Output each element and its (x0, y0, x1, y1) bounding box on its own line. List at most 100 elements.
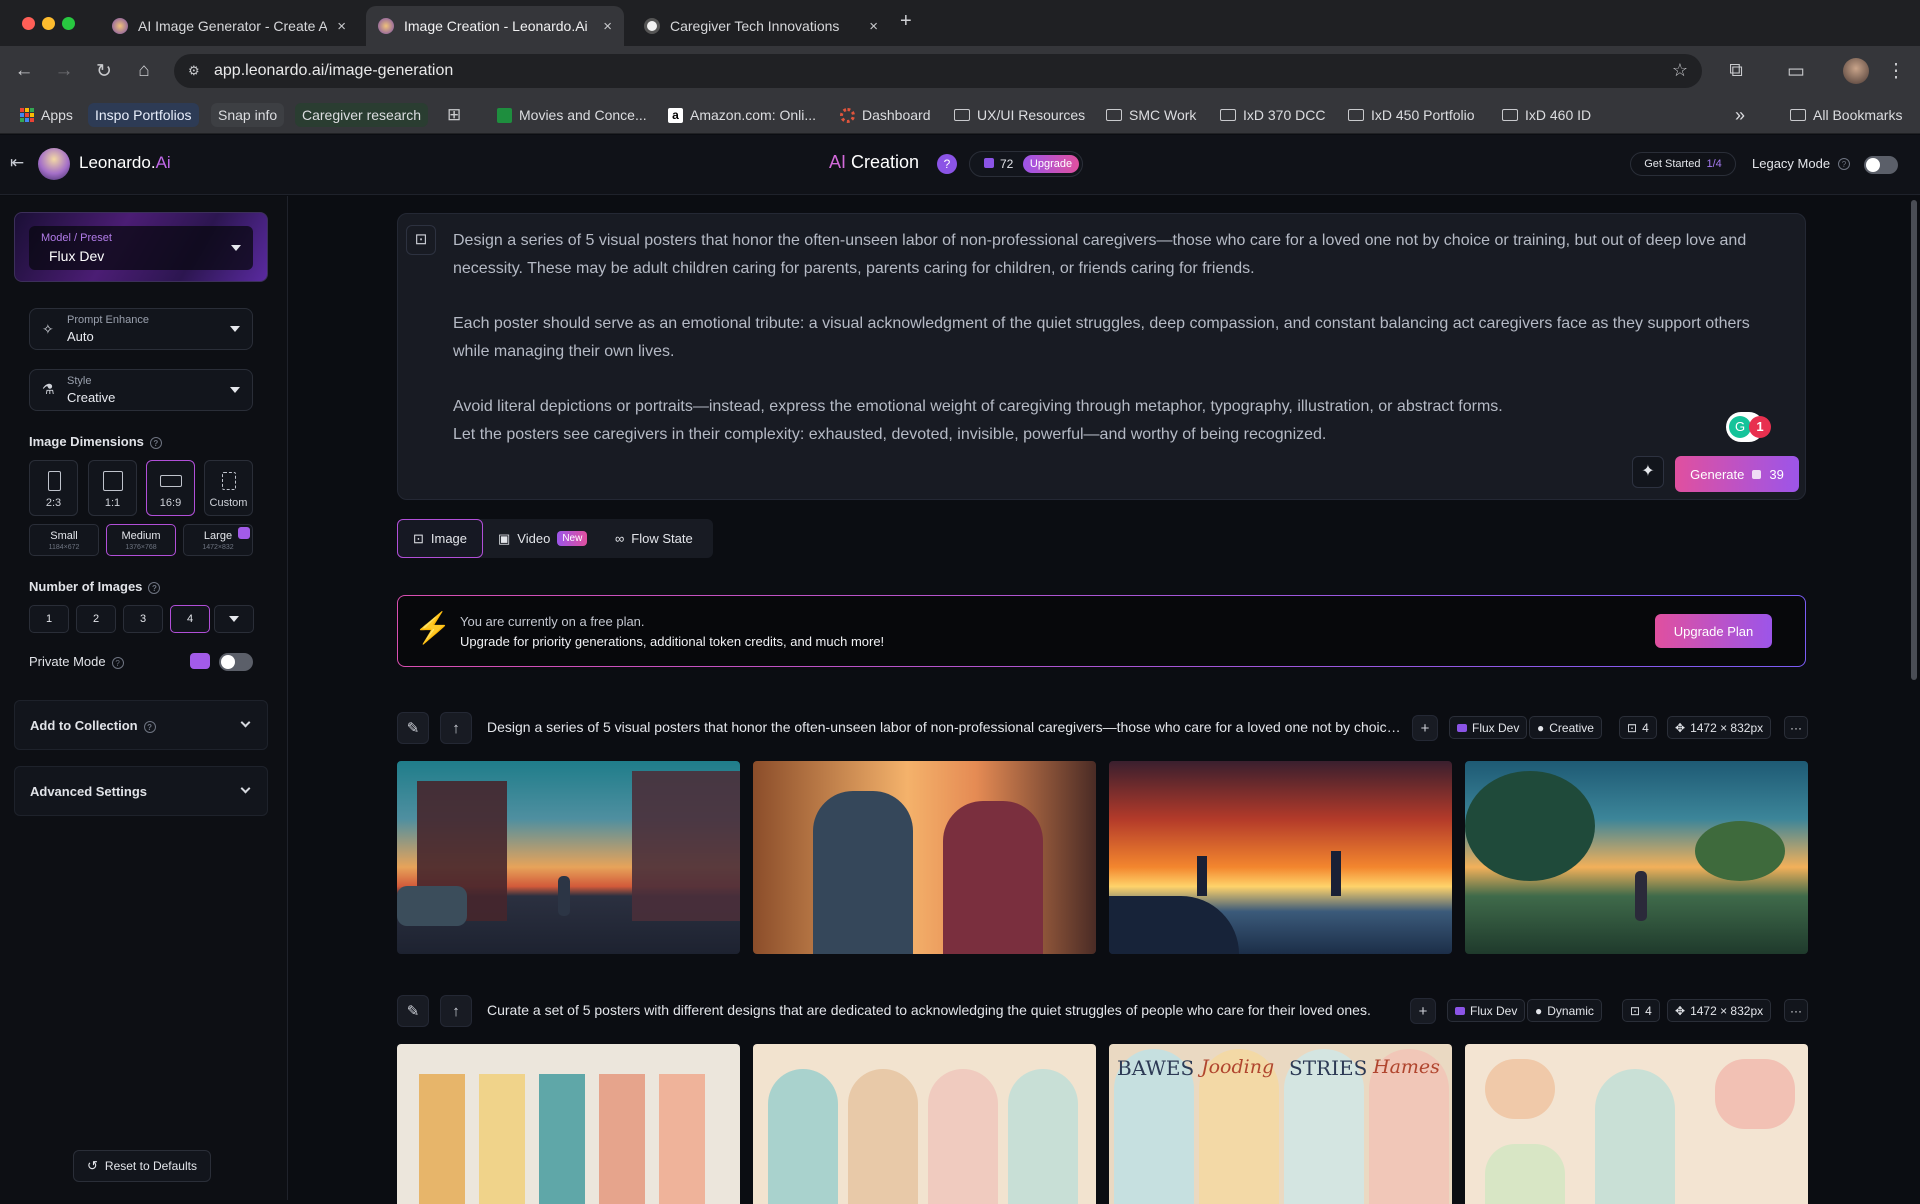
add-to-collection-section[interactable]: Add to Collection? (14, 700, 268, 750)
size-large[interactable]: Large 1472×832 (183, 524, 253, 556)
reload-icon[interactable]: ↻ (92, 59, 116, 83)
num-images-2[interactable]: 2 (76, 605, 116, 633)
generated-image-family-collage[interactable] (1465, 1044, 1808, 1204)
collapse-sidebar-icon[interactable]: ⇤ (10, 153, 24, 173)
reuse-prompt-arrow-icon[interactable]: ↑ (440, 995, 472, 1027)
add-icon[interactable]: + (1410, 998, 1436, 1024)
generation-prompt[interactable]: Design a series of 5 visual posters that… (487, 719, 1402, 735)
generated-image-hanging-posters[interactable] (397, 1044, 740, 1204)
bookmark-dashboard[interactable]: Dashboard (840, 103, 931, 127)
generated-image-tree-path[interactable] (1465, 761, 1808, 954)
prompt-enhance-select[interactable]: ✧ Prompt Enhance Auto (29, 308, 253, 350)
model-preset-card[interactable]: Model / Preset Flux Dev (14, 212, 268, 282)
legacy-mode-help-icon[interactable]: ? (1838, 158, 1850, 170)
help-icon[interactable]: ? (148, 581, 161, 594)
style-select[interactable]: ⚗ Style Creative (29, 369, 253, 411)
all-bookmarks[interactable]: All Bookmarks (1790, 103, 1902, 127)
tab-video[interactable]: ▣ Video New (498, 519, 588, 558)
forward-arrow-icon[interactable]: → (52, 59, 76, 83)
legacy-mode-toggle[interactable] (1864, 156, 1898, 174)
dashboard-icon (840, 107, 855, 123)
help-icon[interactable]: ? (111, 656, 124, 669)
tab-flow-state[interactable]: ∞ Flow State (615, 519, 693, 558)
browser-tab-1[interactable]: AI Image Generator - Create A × (100, 6, 358, 46)
size-medium[interactable]: Medium 1376×768 (106, 524, 176, 556)
image-prompt-icon[interactable]: ⊡ (406, 225, 436, 255)
help-icon[interactable]: ? (143, 720, 156, 733)
more-options-icon[interactable]: ··· (1784, 716, 1808, 739)
address-bar[interactable]: ⚙ app.leonardo.ai/image-generation ☆ (174, 54, 1702, 88)
browser-menu-icon[interactable]: ⋮ (1884, 59, 1908, 83)
num-images-3[interactable]: 3 (123, 605, 163, 633)
bookmark-snap-info[interactable]: Snap info (211, 103, 285, 127)
tab-close-icon[interactable]: × (337, 18, 346, 35)
generated-image-couple-window[interactable] (753, 761, 1096, 954)
prompt-paragraph-3b[interactable]: Let the posters see caregivers in their … (453, 421, 1783, 449)
grammar-checker-widget[interactable]: G 1 (1726, 412, 1771, 442)
new-tab-button[interactable]: + (900, 10, 912, 33)
tab-close-icon[interactable]: × (603, 18, 612, 35)
tab-groups-icon[interactable]: ⊞ (447, 103, 461, 127)
bookmark-star-icon[interactable]: ☆ (1672, 60, 1688, 81)
bookmark-smc-work[interactable]: SMC Work (1106, 103, 1196, 127)
prompt-improve-sparkle-icon[interactable]: ✦ (1632, 456, 1664, 488)
minimize-window-button[interactable] (42, 17, 55, 30)
prompt-paragraph-1[interactable]: Design a series of 5 visual posters that… (453, 227, 1783, 283)
reuse-prompt-arrow-icon[interactable]: ↑ (440, 712, 472, 744)
num-images-more[interactable] (214, 605, 254, 633)
generated-image-typography-posters[interactable]: BAWES Jooding STRIES Hames (1109, 1044, 1452, 1204)
page-scrollbar[interactable] (1911, 200, 1917, 680)
close-window-button[interactable] (22, 17, 35, 30)
generated-image-sunset-silhouettes[interactable] (1109, 761, 1452, 954)
brand-name[interactable]: Leonardo.Ai (79, 153, 171, 173)
help-badge-icon[interactable]: ? (937, 154, 957, 174)
profile-avatar[interactable] (1843, 58, 1869, 84)
model-selector[interactable]: Model / Preset Flux Dev (29, 226, 253, 270)
ratio-2-3[interactable]: 2:3 (29, 460, 78, 516)
size-small[interactable]: Small 1184×672 (29, 524, 99, 556)
bookmark-inspo-portfolios[interactable]: Inspo Portfolios (88, 103, 199, 127)
upgrade-pill-button[interactable]: Upgrade (1023, 155, 1079, 173)
private-mode-toggle[interactable] (219, 653, 253, 671)
cast-icon[interactable]: ▭ (1784, 59, 1808, 83)
maximize-window-button[interactable] (62, 17, 75, 30)
bookmark-apps[interactable]: Apps (20, 103, 73, 127)
magic-wand-icon[interactable]: ✎ (397, 712, 429, 744)
get-started-button[interactable]: Get Started 1/4 (1630, 152, 1736, 176)
generated-image-family-portraits[interactable] (753, 1044, 1096, 1204)
reset-defaults-button[interactable]: ↺ Reset to Defaults (73, 1150, 211, 1182)
generated-image-city-street[interactable] (397, 761, 740, 954)
back-arrow-icon[interactable]: ← (12, 59, 36, 83)
more-options-icon[interactable]: ··· (1784, 999, 1808, 1022)
bookmarks-overflow-icon[interactable]: » (1735, 103, 1745, 127)
prompt-paragraph-2[interactable]: Each poster should serve as an emotional… (453, 310, 1783, 366)
bookmark-caregiver-research[interactable]: Caregiver research (295, 103, 429, 127)
tab-image[interactable]: ⊡ Image (397, 519, 483, 558)
num-images-1[interactable]: 1 (29, 605, 69, 633)
bookmark-amazon[interactable]: a Amazon.com: Onli... (668, 103, 816, 127)
bookmarks-bar: Apps Inspo Portfolios Snap info Caregive… (0, 96, 1920, 134)
num-images-4[interactable]: 4 (170, 605, 210, 633)
magic-wand-icon[interactable]: ✎ (397, 995, 429, 1027)
browser-tab-2[interactable]: Image Creation - Leonardo.Ai × (366, 6, 624, 46)
ratio-custom[interactable]: Custom (204, 460, 253, 516)
add-icon[interactable]: + (1412, 715, 1438, 741)
bookmark-ixd-450[interactable]: IxD 450 Portfolio (1348, 103, 1475, 127)
generation-prompt[interactable]: Curate a set of 5 posters with different… (487, 1002, 1402, 1018)
browser-tab-3[interactable]: Caregiver Tech Innovations × (632, 6, 890, 46)
bookmark-uxui-resources[interactable]: UX/UI Resources (954, 103, 1085, 127)
bookmark-ixd-460[interactable]: IxD 460 ID (1502, 103, 1591, 127)
ratio-1-1[interactable]: 1:1 (88, 460, 137, 516)
ratio-16-9[interactable]: 16:9 (146, 460, 195, 516)
help-icon[interactable]: ? (149, 436, 162, 449)
bookmark-movies[interactable]: Movies and Conce... (497, 103, 647, 127)
extensions-icon[interactable]: ⧉ (1724, 59, 1748, 83)
prompt-paragraph-3a[interactable]: Avoid literal depictions or portraits—in… (453, 393, 1783, 421)
home-icon[interactable]: ⌂ (132, 59, 156, 83)
upgrade-plan-button[interactable]: Upgrade Plan (1655, 614, 1772, 648)
bookmark-ixd-370[interactable]: IxD 370 DCC (1220, 103, 1325, 127)
advanced-settings-section[interactable]: Advanced Settings (14, 766, 268, 816)
generate-button[interactable]: Generate 39 (1675, 456, 1799, 492)
site-settings-icon[interactable]: ⚙ (188, 63, 200, 79)
tab-close-icon[interactable]: × (869, 18, 878, 35)
